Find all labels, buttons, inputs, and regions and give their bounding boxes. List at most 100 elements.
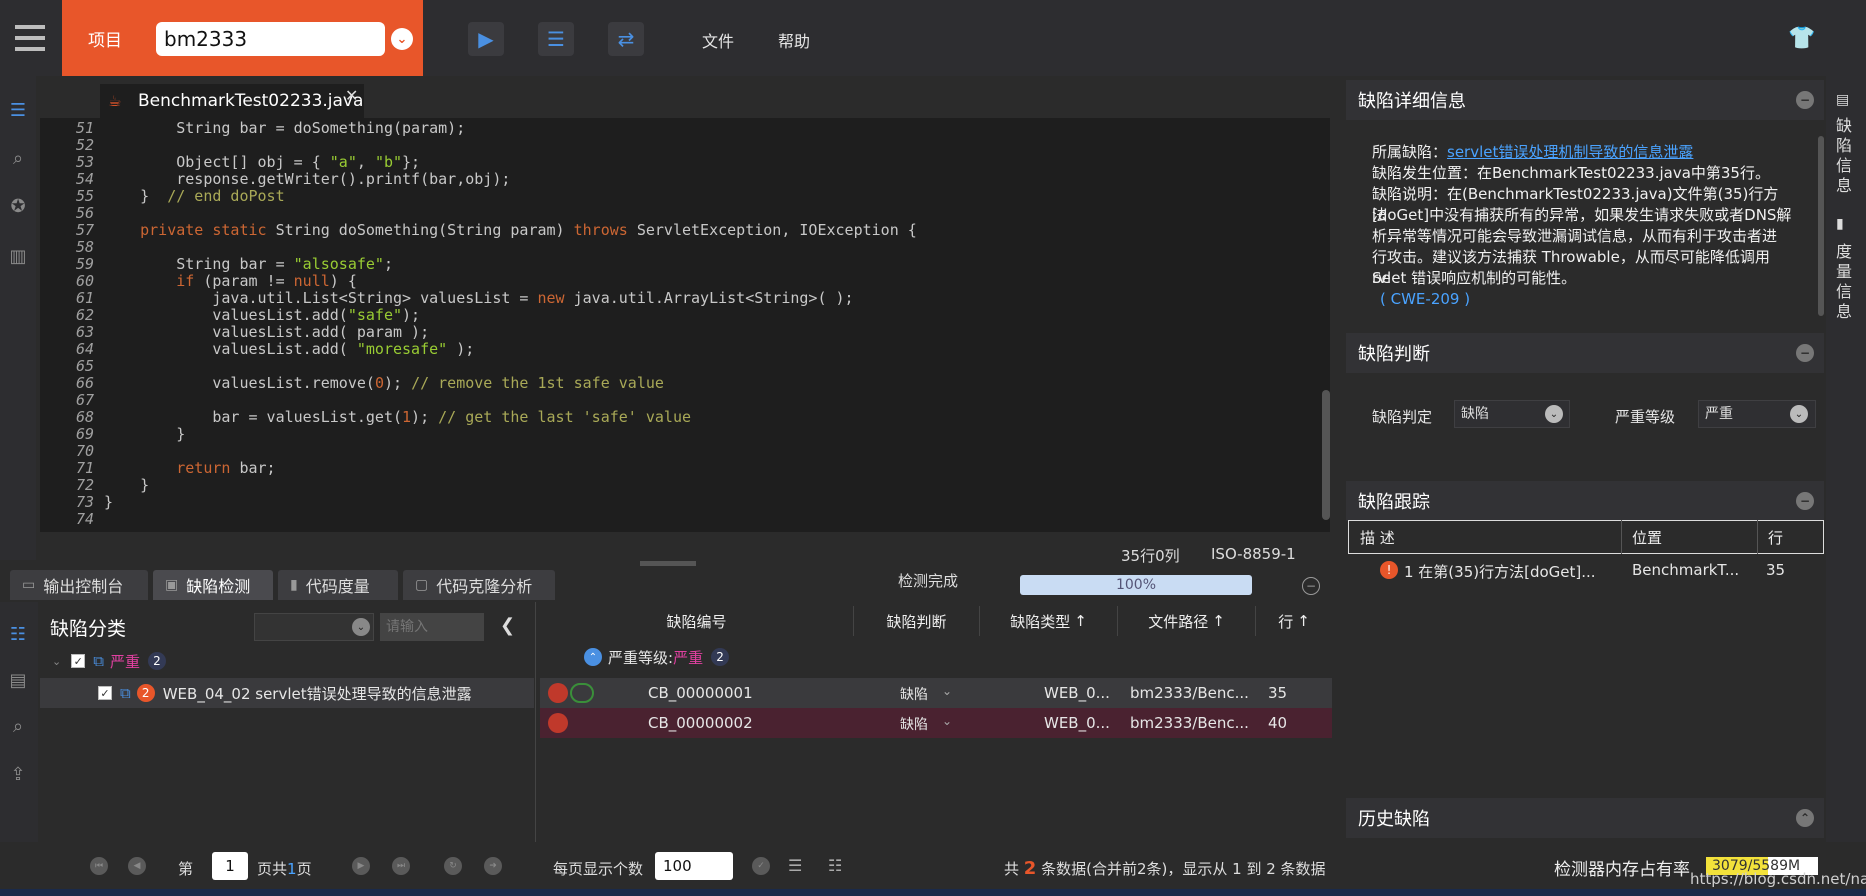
chevron-down-icon[interactable]: ⌄ xyxy=(1790,405,1808,423)
code-line[interactable]: 72 } xyxy=(40,477,149,494)
file-encoding[interactable]: ISO-8859-1 xyxy=(1211,545,1296,563)
editor-file-tab[interactable]: BenchmarkTest02233.java xyxy=(100,84,364,118)
minimize-icon[interactable]: − xyxy=(1796,344,1814,362)
layout-icon[interactable]: ☷ xyxy=(828,856,842,875)
chevron-down-icon[interactable]: ⌄ xyxy=(942,684,952,698)
code-line[interactable]: 54 response.getWriter().printf(bar,obj); xyxy=(40,171,510,188)
code-line[interactable]: 51 String bar = doSomething(param); xyxy=(40,120,465,137)
menu-help[interactable]: 帮助 xyxy=(778,28,810,52)
judgement-section-header[interactable]: 缺陷判断 − xyxy=(1346,333,1824,373)
chevron-down-icon[interactable]: ⌄ xyxy=(352,618,370,636)
code-line[interactable]: 63 valuesList.add( param ); xyxy=(40,324,429,341)
tab-code-metrics[interactable]: ▮代码度量 xyxy=(278,570,398,600)
chevron-down-icon[interactable]: ⌄ xyxy=(1545,405,1563,423)
code-line[interactable]: 59 String bar = "alsosafe"; xyxy=(40,256,393,273)
project-name-input[interactable] xyxy=(156,22,385,56)
tab-output-console[interactable]: ▭输出控制台 xyxy=(10,570,148,600)
tree-severity-node[interactable]: ⌄ ✓ ⧉ 严重 2 xyxy=(52,646,532,676)
vtab-defect-info[interactable]: 缺陷信息 xyxy=(1834,116,1854,196)
code-line[interactable]: 71 return bar; xyxy=(40,460,276,477)
code-line[interactable]: 64 valuesList.add( "moresafe" ); xyxy=(40,341,474,358)
history-section-header[interactable]: 历史缺陷 ⌃ xyxy=(1346,798,1824,838)
chevron-down-icon[interactable]: ⌄ xyxy=(52,655,61,668)
defect-judge[interactable]: 缺陷 xyxy=(900,714,928,734)
trace-col-desc[interactable]: 描 述 xyxy=(1350,520,1622,554)
code-line[interactable]: 57 private static String doSomething(Str… xyxy=(40,222,917,239)
col-line[interactable]: 行↑ xyxy=(1256,606,1332,636)
editor-scrollbar[interactable] xyxy=(1322,390,1330,520)
trace-col-line[interactable]: 行 xyxy=(1758,520,1822,554)
group-row[interactable]: ⌃ 严重等级: 严重 2 xyxy=(540,640,1332,674)
expand-up-icon[interactable]: ⌃ xyxy=(1796,809,1814,827)
chevron-down-icon[interactable]: ⌄ xyxy=(391,28,413,50)
last-page-icon[interactable]: ⏭ xyxy=(392,857,410,875)
code-line[interactable]: 67 xyxy=(40,392,104,409)
vtab-metric-info[interactable]: 度量信息 xyxy=(1834,242,1854,322)
code-line[interactable]: 52 xyxy=(40,137,104,154)
project-tab[interactable]: 项目 xyxy=(62,0,148,76)
search-icon[interactable]: ⌕ xyxy=(6,714,30,738)
code-line[interactable]: 60 if (param != null) { xyxy=(40,273,357,290)
close-icon[interactable]: ✕ xyxy=(345,86,358,105)
code-line[interactable]: 55 } // end doPost xyxy=(40,188,285,205)
sort-list-icon[interactable]: ☰ xyxy=(788,856,802,875)
go-icon[interactable]: ➜ xyxy=(484,857,502,875)
code-line[interactable]: 62 valuesList.add("safe"); xyxy=(40,307,420,324)
trace-row[interactable]: ! 1 在第(35)行方法[doGet]... BenchmarkT... 35 xyxy=(1348,556,1824,586)
col-file-path[interactable]: 文件路径↑ xyxy=(1118,606,1256,636)
theme-shirt-icon[interactable]: 👕 xyxy=(1788,26,1815,51)
confirm-icon[interactable]: ✓ xyxy=(752,857,770,875)
code-area[interactable]: 51 String bar = doSomething(param);5253 … xyxy=(40,118,1330,532)
code-line[interactable]: 66 valuesList.remove(0); // remove the 1… xyxy=(40,375,664,392)
tab-clone-analysis[interactable]: ▢代码克隆分析 xyxy=(403,570,555,600)
menu-button[interactable] xyxy=(0,0,60,76)
structure-icon[interactable]: ▥ xyxy=(6,244,30,268)
list-button[interactable]: ☰ xyxy=(538,22,574,56)
run-button[interactable]: ▶ xyxy=(468,22,504,56)
cwe-link[interactable]: ( CWE-209 ) xyxy=(1380,289,1800,310)
trace-col-location[interactable]: 位置 xyxy=(1622,520,1758,554)
checkbox[interactable]: ✓ xyxy=(71,654,85,668)
code-line[interactable]: 58 xyxy=(40,239,104,256)
menu-file[interactable]: 文件 xyxy=(702,28,734,52)
col-defect-judge[interactable]: 缺陷判断 xyxy=(854,606,980,636)
export-icon[interactable]: ⇪ xyxy=(6,762,30,786)
checkbox[interactable]: ✓ xyxy=(98,686,112,700)
minimize-icon[interactable]: − xyxy=(1796,91,1814,109)
code-line[interactable]: 68 bar = valuesList.get(1); // get the l… xyxy=(40,409,691,426)
defect-type-link[interactable]: servlet错误处理机制导致的信息泄露 xyxy=(1447,143,1693,161)
table-row[interactable]: CB_00000001 缺陷 ⌄ WEB_0... bm2333/Benc...… xyxy=(540,678,1332,708)
compare-button[interactable]: ⇄ xyxy=(608,22,644,56)
code-line[interactable]: 65 xyxy=(40,358,104,375)
refresh-icon[interactable]: ↻ xyxy=(444,857,462,875)
collapse-up-icon[interactable]: ⌃ xyxy=(584,648,602,666)
col-defect-id[interactable]: 缺陷编号 xyxy=(540,606,854,636)
code-line[interactable]: 61 java.util.List<String> valuesList = n… xyxy=(40,290,854,307)
category-search-input[interactable] xyxy=(380,613,484,641)
filter-list-icon[interactable]: ☷ xyxy=(6,622,30,646)
report-icon[interactable]: ▤ xyxy=(6,668,30,692)
minimize-icon[interactable]: − xyxy=(1796,492,1814,510)
first-page-icon[interactable]: ⏮ xyxy=(90,857,108,875)
detail-section-header[interactable]: 缺陷详细信息 − xyxy=(1346,80,1824,120)
outline-icon[interactable]: ☰ xyxy=(6,98,30,122)
search-icon[interactable]: ⌕ xyxy=(6,146,30,170)
col-defect-type[interactable]: 缺陷类型↑ xyxy=(980,606,1118,636)
detail-scrollbar[interactable] xyxy=(1818,136,1824,316)
page-number-input[interactable] xyxy=(212,852,248,880)
tab-defect-scan[interactable]: ▣缺陷检测 xyxy=(153,570,273,600)
per-page-input[interactable] xyxy=(655,852,733,880)
table-row[interactable]: CB_00000002 缺陷 ⌄ WEB_0... bm2333/Benc...… xyxy=(540,708,1332,738)
chevron-down-icon[interactable]: ⌄ xyxy=(942,714,952,728)
star-icon[interactable]: ✪ xyxy=(6,194,30,218)
code-line[interactable]: 53 Object[] obj = { "a", "b"}; xyxy=(40,154,420,171)
tree-category-item[interactable]: ✓ ⧉ 2 WEB_04_02 servlet错误处理导致的信息泄露 xyxy=(40,678,534,708)
defect-judge[interactable]: 缺陷 xyxy=(900,684,928,704)
minimize-icon[interactable]: − xyxy=(1302,577,1320,595)
code-line[interactable]: 73} xyxy=(40,494,113,511)
code-line[interactable]: 74 xyxy=(40,511,104,528)
next-page-icon[interactable]: ▶ xyxy=(352,857,370,875)
code-line[interactable]: 70 xyxy=(40,443,104,460)
prev-page-icon[interactable]: ◀ xyxy=(128,857,146,875)
collapse-left-icon[interactable]: ❮ xyxy=(500,615,515,636)
